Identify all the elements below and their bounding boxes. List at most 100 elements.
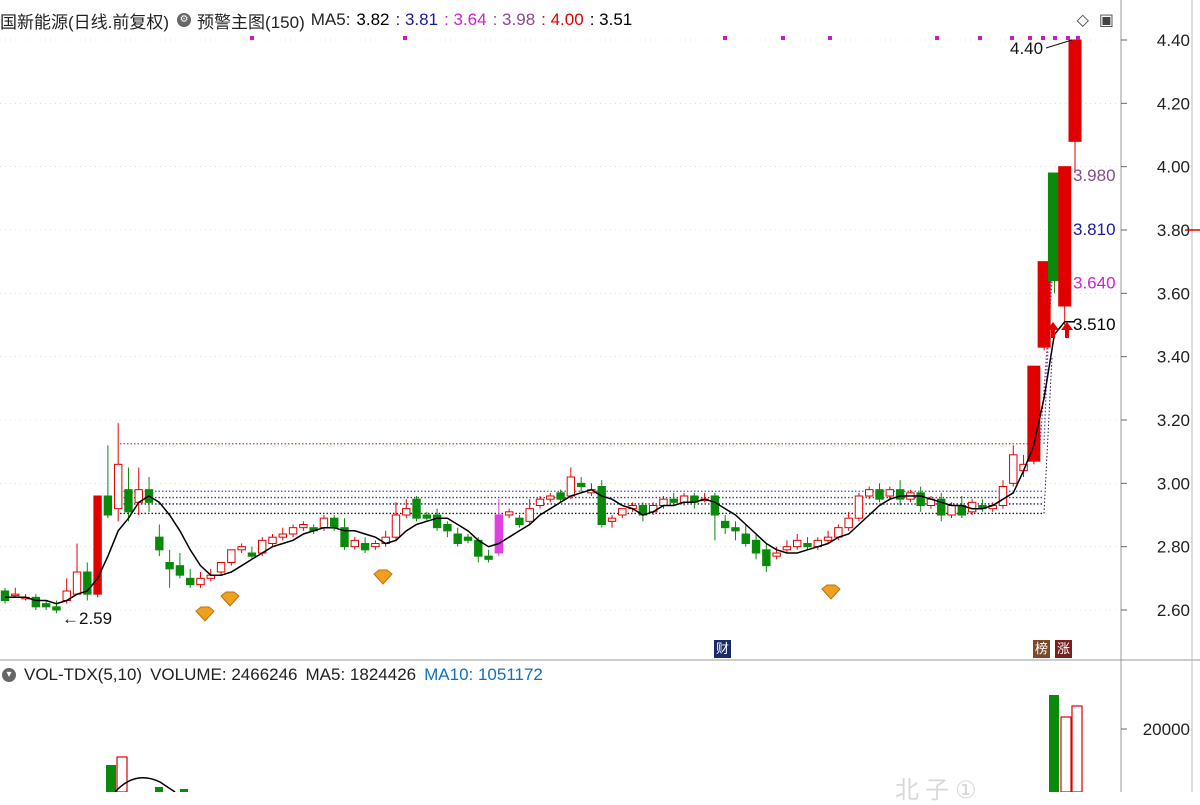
candle-body: [566, 476, 576, 497]
diamond-icon: [373, 569, 393, 585]
price-level-label: 3.810: [1073, 220, 1116, 239]
candle: [31, 594, 41, 610]
volume-bar: [1071, 705, 1083, 792]
candle: [391, 502, 401, 541]
top-marker-dot: [723, 36, 727, 40]
candle: [803, 537, 812, 550]
high-annotation: 4.40: [1010, 39, 1043, 58]
candle: [340, 518, 349, 550]
candle-body: [268, 536, 277, 545]
candle-body: [453, 533, 462, 544]
candle-body: [535, 498, 545, 506]
candle: [0, 587, 10, 604]
candle-body: [1058, 166, 1072, 307]
candle-body: [155, 536, 164, 551]
candle: [978, 499, 987, 512]
candle: [638, 502, 648, 522]
candle-body: [885, 489, 895, 497]
candle: [782, 540, 792, 553]
candle-body: [607, 517, 617, 522]
volume-bar: [1049, 695, 1059, 792]
candle: [402, 499, 411, 519]
candle-body: [185, 577, 195, 586]
candle: [412, 496, 421, 522]
candle-body: [679, 495, 689, 503]
candle-body: [72, 571, 82, 595]
candle: [597, 480, 606, 528]
candle-body: [618, 508, 627, 516]
candle-body: [484, 555, 493, 560]
candle-body: [865, 489, 874, 497]
candle-body: [0, 590, 10, 601]
candle: [998, 480, 1008, 509]
candle: [175, 553, 185, 579]
candle-body: [731, 527, 740, 532]
candle: [1009, 445, 1018, 487]
candle-body: [998, 486, 1008, 506]
candle: [185, 568, 195, 588]
y-tick-label: 3.20: [1157, 411, 1190, 430]
candle: [1068, 39, 1082, 173]
top-marker-dot: [978, 36, 982, 40]
y-tick-label: 3.40: [1157, 348, 1190, 367]
candle: [844, 511, 853, 531]
candle-body: [525, 508, 534, 522]
top-marker-dot: [1076, 36, 1080, 40]
candle-body: [402, 508, 411, 516]
candle-body: [546, 495, 555, 500]
candle: [237, 543, 246, 553]
candle-body: [11, 593, 20, 597]
candle-body: [371, 543, 380, 548]
candle: [165, 549, 174, 588]
y-tick-label: 3.00: [1157, 474, 1190, 493]
top-marker-dot: [935, 36, 939, 40]
candle-body: [741, 533, 750, 544]
candle: [895, 480, 905, 506]
candle: [196, 572, 205, 588]
candle-body: [216, 562, 226, 573]
candle-body: [278, 533, 287, 538]
candle-body: [556, 492, 565, 500]
ma5-line: [5, 321, 1075, 605]
candle-body: [124, 489, 133, 513]
y-tick-label: 3.60: [1157, 284, 1190, 303]
candle-body: [844, 517, 853, 529]
candle-body: [793, 539, 802, 548]
candle: [134, 467, 143, 515]
candle: [484, 549, 493, 563]
candle-body: [391, 514, 401, 538]
candle: [875, 483, 884, 503]
volume-bar: [1060, 716, 1072, 792]
candle-body: [1068, 39, 1082, 142]
candle-body: [165, 562, 174, 570]
candle: [494, 499, 504, 557]
candle: [967, 499, 977, 515]
candle-body: [803, 543, 812, 548]
candle: [1058, 166, 1072, 325]
candle-body: [412, 498, 421, 519]
candle-body: [31, 596, 41, 608]
candle: [607, 515, 617, 528]
candle: [72, 543, 82, 595]
y-tick-label: 4.40: [1157, 31, 1190, 50]
candle-body: [41, 603, 51, 608]
top-marker-dot: [1053, 36, 1057, 40]
candle: [443, 521, 452, 538]
top-marker-dot: [250, 36, 254, 40]
top-marker-dot: [781, 36, 785, 40]
candle-body: [422, 514, 432, 519]
top-marker-dot: [403, 36, 407, 40]
candle: [669, 492, 678, 506]
volume-bar: [106, 765, 116, 792]
candlestick-chart: 2.602.803.003.203.403.603.804.004.204.40…: [0, 0, 1200, 792]
volume-bar: [155, 787, 163, 792]
candle-body: [113, 463, 123, 510]
low-annotation: ←2.59: [62, 609, 112, 628]
candle-body: [463, 536, 473, 541]
candle: [371, 540, 380, 550]
candle: [566, 467, 576, 500]
candle-body: [576, 482, 586, 488]
candle-body: [720, 520, 730, 529]
candle-body: [227, 549, 236, 563]
candle-body: [854, 495, 864, 519]
